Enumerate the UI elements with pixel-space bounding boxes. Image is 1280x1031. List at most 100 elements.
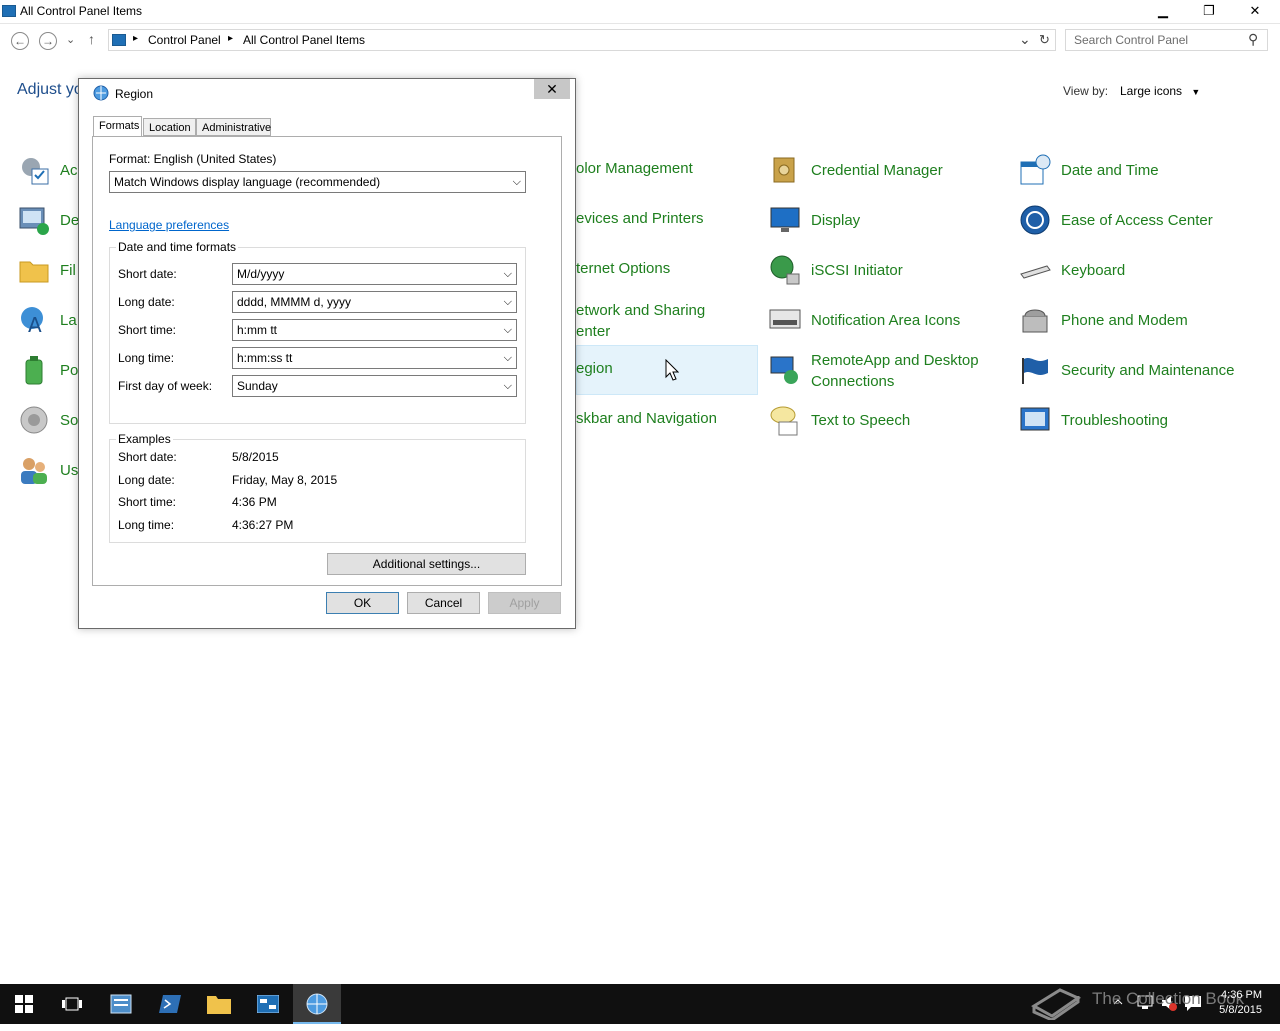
short-time-select[interactable]: h:mm tt ⌵ bbox=[232, 319, 517, 341]
item-power-options[interactable]: Po bbox=[18, 350, 78, 390]
server-manager-button[interactable] bbox=[97, 984, 145, 1024]
item-label: Fil bbox=[60, 262, 76, 279]
item-color-management[interactable]: olor Management bbox=[576, 160, 693, 177]
file-explorer-button[interactable] bbox=[195, 984, 243, 1024]
item-date-and-time[interactable]: Date and Time bbox=[1019, 150, 1259, 190]
powershell-button[interactable] bbox=[146, 984, 194, 1024]
tab-location[interactable]: Location bbox=[143, 118, 196, 136]
region-taskbar-button[interactable] bbox=[293, 984, 341, 1024]
item-label: Text to Speech bbox=[811, 412, 911, 429]
view-by-dropdown[interactable]: Large icons ▼ bbox=[1120, 84, 1200, 98]
search-icon[interactable]: ⚲ bbox=[1248, 31, 1258, 48]
region-globe-icon bbox=[93, 85, 109, 101]
address-dropdown-icon[interactable]: ⌄ bbox=[1019, 31, 1031, 48]
item-sound[interactable]: So bbox=[18, 400, 78, 440]
cancel-button[interactable]: Cancel bbox=[407, 592, 480, 614]
tab-administrative[interactable]: Administrative bbox=[196, 118, 271, 136]
item-device-manager[interactable]: De bbox=[18, 200, 80, 240]
chevron-down-icon: ⌵ bbox=[503, 268, 512, 280]
breadcrumb-all-items[interactable]: All Control Panel Items bbox=[243, 33, 365, 47]
speaker-icon bbox=[20, 406, 48, 434]
mouse-cursor-icon bbox=[665, 359, 679, 381]
taskbar bbox=[0, 984, 1280, 1024]
item-label: Ease of Access Center bbox=[1061, 212, 1213, 229]
additional-settings-button[interactable]: Additional settings... bbox=[327, 553, 526, 575]
item-label-line1: etwork and Sharing bbox=[576, 302, 706, 319]
task-view-button[interactable] bbox=[48, 984, 96, 1024]
item-phone-and-modem[interactable]: Phone and Modem bbox=[1019, 300, 1259, 340]
minimize-button[interactable]: ▁ bbox=[1140, 0, 1186, 22]
back-button[interactable]: ← bbox=[11, 32, 29, 50]
device-manager-icon bbox=[19, 207, 49, 235]
item-iscsi-initiator[interactable]: iSCSI Initiator bbox=[769, 250, 1009, 290]
control-panel-icon bbox=[2, 5, 16, 17]
item-display[interactable]: Display bbox=[769, 200, 1009, 240]
item-network-and-sharing[interactable]: etwork and Sharing enter bbox=[576, 300, 705, 342]
item-remoteapp[interactable]: RemoteApp and Desktop Connections bbox=[769, 350, 1009, 394]
item-notification-area-icons[interactable]: Notification Area Icons bbox=[769, 300, 1009, 340]
troubleshooting-icon bbox=[1020, 407, 1050, 431]
refresh-icon[interactable]: ↻ bbox=[1039, 32, 1050, 48]
example-long-time-value: 4:36:27 PM bbox=[232, 518, 294, 532]
taskbar-clock[interactable]: 4:36 PM 5/8/2015 bbox=[1202, 988, 1262, 1018]
item-ease-of-access[interactable]: Ease of Access Center bbox=[1019, 200, 1259, 240]
item-taskbar-and-navigation[interactable]: skbar and Navigation bbox=[576, 410, 717, 427]
region-dialog: Region ✕ Formats Location Administrative… bbox=[78, 78, 576, 629]
breadcrumb-control-panel[interactable]: Control Panel bbox=[148, 33, 221, 47]
item-file-explorer[interactable]: Fil bbox=[18, 250, 78, 290]
control-panel-taskbar-button[interactable] bbox=[244, 984, 292, 1024]
item-label: Po bbox=[60, 362, 79, 379]
first-day-of-week-select[interactable]: Sunday ⌵ bbox=[232, 375, 517, 397]
item-troubleshooting[interactable]: Troubleshooting bbox=[1019, 400, 1259, 440]
item-user-accounts[interactable]: Us bbox=[18, 450, 78, 490]
recent-locations-button[interactable]: ⌄ bbox=[66, 33, 75, 46]
item-security-and-maintenance[interactable]: Security and Maintenance bbox=[1019, 350, 1259, 390]
up-button[interactable]: ↑ bbox=[88, 31, 95, 47]
language-preferences-link[interactable]: Language preferences bbox=[109, 218, 229, 232]
item-credential-manager[interactable]: Credential Manager bbox=[769, 150, 1009, 190]
item-label: Display bbox=[811, 212, 861, 229]
item-label: Date and Time bbox=[1061, 162, 1159, 179]
ease-of-access-icon bbox=[1020, 205, 1050, 235]
item-administrative-tools[interactable]: Ac bbox=[18, 150, 78, 190]
apply-button[interactable]: Apply bbox=[488, 592, 561, 614]
long-date-select[interactable]: dddd, MMMM d, yyyy ⌵ bbox=[232, 291, 517, 313]
item-label: Us bbox=[60, 462, 79, 479]
language-icon: A bbox=[21, 307, 43, 336]
dialog-close-button[interactable]: ✕ bbox=[534, 79, 570, 99]
chevron-down-icon: ⌵ bbox=[503, 296, 512, 308]
item-region[interactable]: egion bbox=[576, 360, 613, 377]
close-button[interactable]: ✕ bbox=[1232, 0, 1278, 22]
long-time-select[interactable]: h:mm:ss tt ⌵ bbox=[232, 347, 517, 369]
address-bar[interactable]: ▸ Control Panel ▸ All Control Panel Item… bbox=[108, 29, 1056, 51]
format-label: Format: English (United States) bbox=[109, 152, 277, 166]
credential-vault-icon bbox=[773, 157, 795, 183]
format-select[interactable]: Match Windows display language (recommen… bbox=[109, 171, 526, 193]
ok-button[interactable]: OK bbox=[326, 592, 399, 614]
item-internet-options[interactable]: ternet Options bbox=[576, 260, 670, 277]
examples-label: Examples bbox=[116, 432, 173, 446]
search-input[interactable]: Search Control Panel ⚲ bbox=[1065, 29, 1268, 51]
tab-formats[interactable]: Formats bbox=[93, 116, 142, 138]
item-devices-and-printers[interactable]: evices and Printers bbox=[576, 210, 704, 227]
control-panel-icon bbox=[112, 34, 126, 46]
start-button[interactable] bbox=[0, 984, 48, 1024]
maximize-button[interactable]: ❐ bbox=[1186, 0, 1232, 22]
short-date-select[interactable]: M/d/yyyy ⌵ bbox=[232, 263, 517, 285]
chevron-down-icon: ⌵ bbox=[512, 176, 521, 188]
item-text-to-speech[interactable]: Text to Speech bbox=[769, 400, 1009, 440]
item-label-line2: enter bbox=[576, 323, 611, 340]
item-label: Ac bbox=[60, 162, 78, 179]
item-label: Troubleshooting bbox=[1061, 412, 1169, 429]
long-time-value: h:mm:ss tt bbox=[237, 351, 293, 365]
long-date-value: dddd, MMMM d, yyyy bbox=[237, 295, 352, 309]
forward-button[interactable]: → bbox=[39, 32, 57, 50]
window-title: All Control Panel Items bbox=[20, 4, 143, 18]
item-label: De bbox=[60, 212, 80, 229]
admin-tools-icon bbox=[22, 158, 49, 185]
item-label: iSCSI Initiator bbox=[811, 262, 903, 279]
formats-panel: Format: English (United States) Match Wi… bbox=[92, 136, 562, 586]
control-panel-icon bbox=[256, 994, 280, 1014]
item-keyboard[interactable]: Keyboard bbox=[1019, 250, 1259, 290]
item-language[interactable]: A La bbox=[18, 300, 78, 340]
